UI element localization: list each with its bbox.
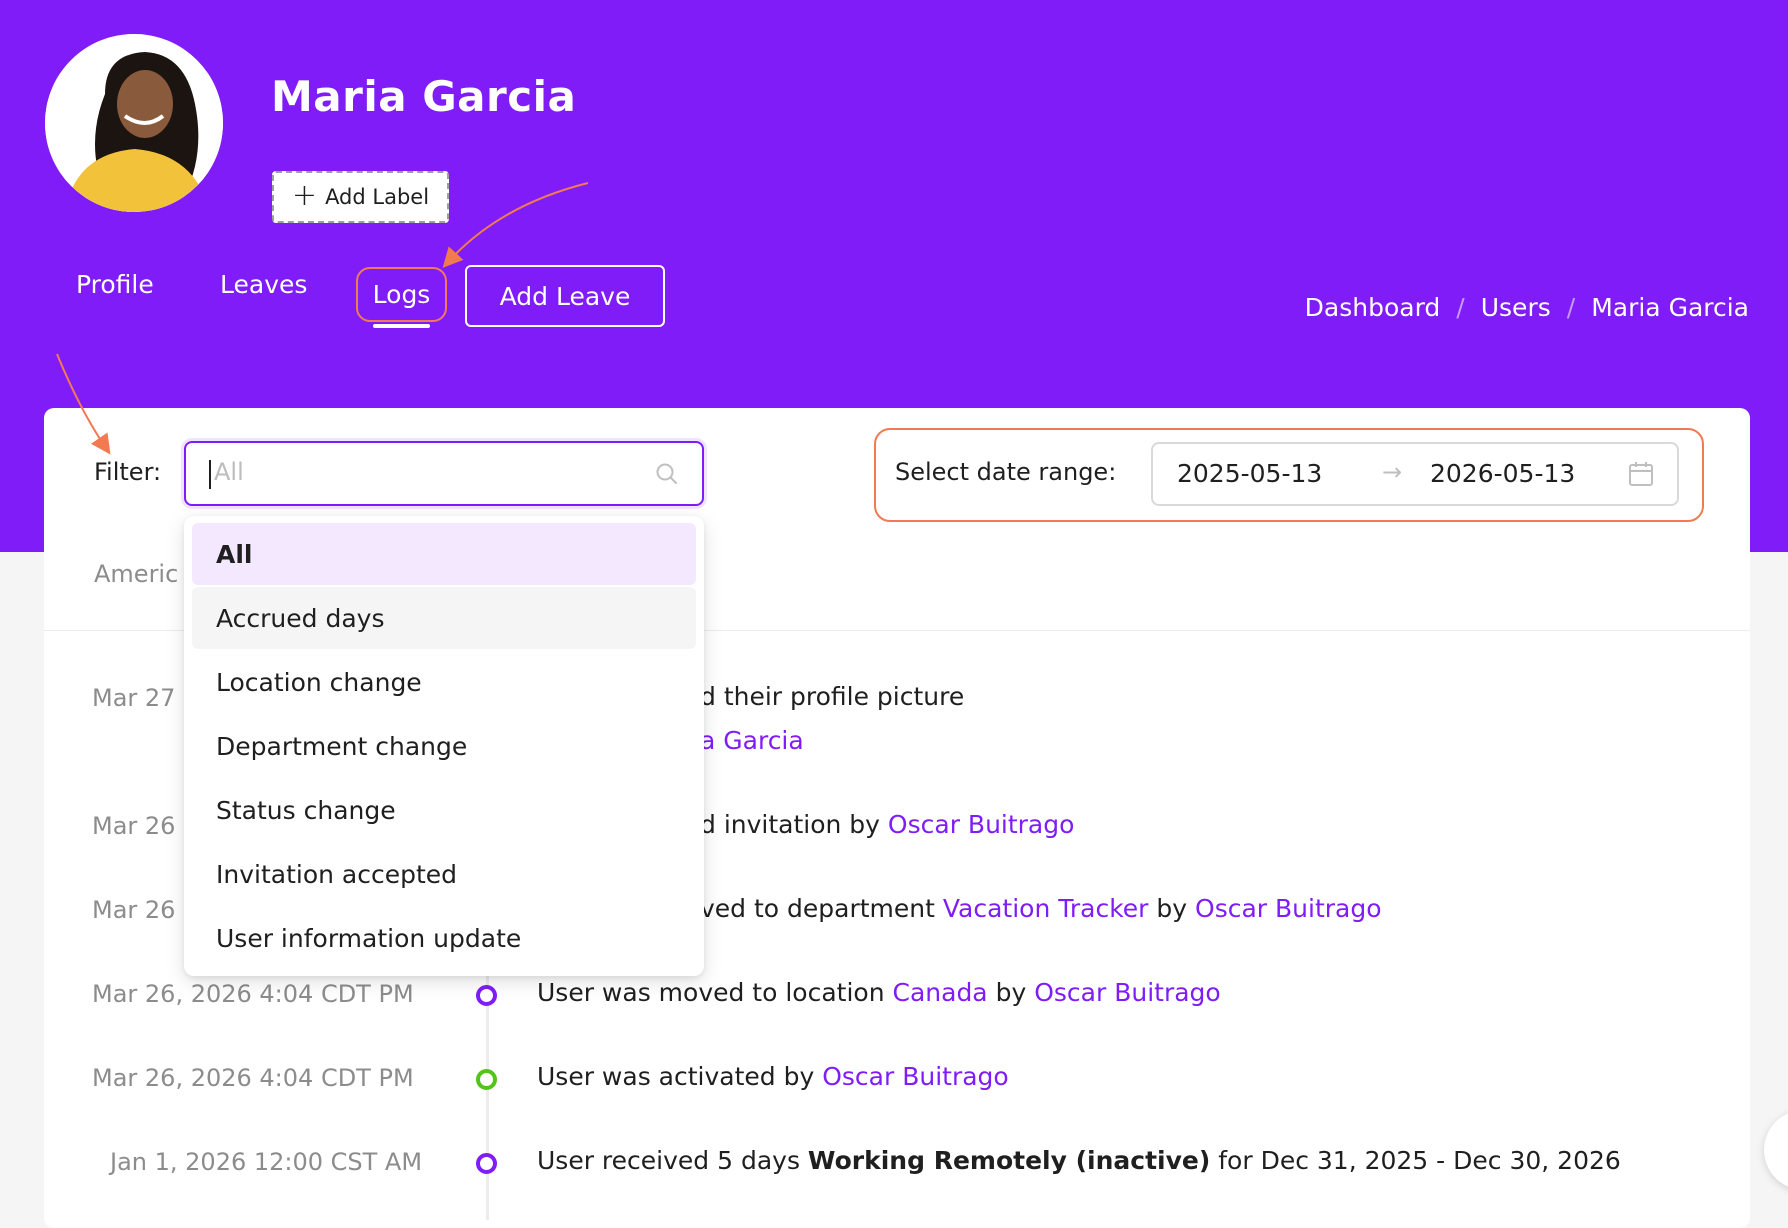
date-end-input[interactable]: 2026-05-13 [1430, 459, 1575, 488]
tab-logs-label: Logs [372, 280, 431, 309]
log-text: a Garcia [700, 726, 804, 755]
add-label-button[interactable]: + Add Label [272, 171, 449, 223]
floating-button[interactable] [1764, 1110, 1788, 1190]
breadcrumb: Dashboard / Users / Maria Garcia [1305, 293, 1749, 322]
user-avatar [45, 34, 223, 212]
date-start-input[interactable]: 2025-05-13 [1177, 459, 1322, 488]
calendar-icon [1627, 460, 1655, 492]
text-caret [209, 460, 211, 489]
log-time: Jan 1, 2026 12:00 CST AM [110, 1148, 423, 1176]
breadcrumb-dashboard[interactable]: Dashboard [1305, 293, 1441, 322]
filter-dropdown: All Accrued days Location change Departm… [184, 516, 704, 976]
filter-option-invitation-accepted[interactable]: Invitation accepted [192, 843, 696, 905]
add-leave-button[interactable]: Add Leave [465, 265, 665, 327]
add-label-text: Add Label [325, 185, 430, 209]
tab-profile[interactable]: Profile [76, 270, 154, 299]
filter-label: Filter: [94, 458, 162, 486]
log-time: Mar 26 [92, 812, 176, 840]
log-time: Mar 27 [92, 684, 176, 712]
plus-icon: + [291, 177, 318, 213]
date-range-label: Select date range: [895, 458, 1117, 486]
filter-select[interactable]: All [184, 441, 704, 506]
breadcrumb-separator: / [1456, 293, 1465, 322]
tab-logs[interactable]: Logs [356, 267, 447, 328]
log-text: User was activated by Oscar Buitrago [537, 1062, 1009, 1091]
filter-option-status-change[interactable]: Status change [192, 779, 696, 841]
timeline-dot [476, 985, 497, 1006]
breadcrumb-users[interactable]: Users [1481, 293, 1551, 322]
timeline-dot [476, 1153, 497, 1174]
log-text: User received 5 days Working Remotely (i… [537, 1146, 1621, 1175]
timeline-dot-active [476, 1069, 497, 1090]
tab-leaves[interactable]: Leaves [220, 270, 307, 299]
log-time: Mar 26, 2026 4:04 CDT PM [92, 980, 414, 1008]
location-filter-text: Americ [94, 560, 179, 588]
date-range-picker[interactable]: 2025-05-13 → 2026-05-13 [1151, 442, 1679, 506]
avatar-image [45, 34, 223, 212]
filter-placeholder: All [214, 458, 244, 486]
log-text: User was moved to location Canada by Osc… [537, 978, 1221, 1007]
filter-option-all[interactable]: All [192, 523, 696, 585]
log-text: d invitation by Oscar Buitrago [700, 810, 1075, 839]
breadcrumb-current: Maria Garcia [1591, 293, 1749, 322]
filter-option-department-change[interactable]: Department change [192, 715, 696, 777]
log-time: Mar 26 [92, 896, 176, 924]
breadcrumb-separator: / [1566, 293, 1576, 322]
arrow-right-icon: → [1382, 458, 1403, 486]
log-time: Mar 26, 2026 4:04 CDT PM [92, 1064, 414, 1092]
user-name: Maria Garcia [271, 72, 577, 121]
log-text: ved to department Vacation Tracker by Os… [700, 894, 1382, 923]
active-tab-indicator [373, 324, 430, 328]
filter-option-location-change[interactable]: Location change [192, 651, 696, 713]
filter-option-accrued-days[interactable]: Accrued days [192, 587, 696, 649]
filter-option-user-information-update[interactable]: User information update [192, 907, 696, 969]
search-icon [654, 461, 680, 491]
log-text: d their profile picture [700, 682, 965, 711]
